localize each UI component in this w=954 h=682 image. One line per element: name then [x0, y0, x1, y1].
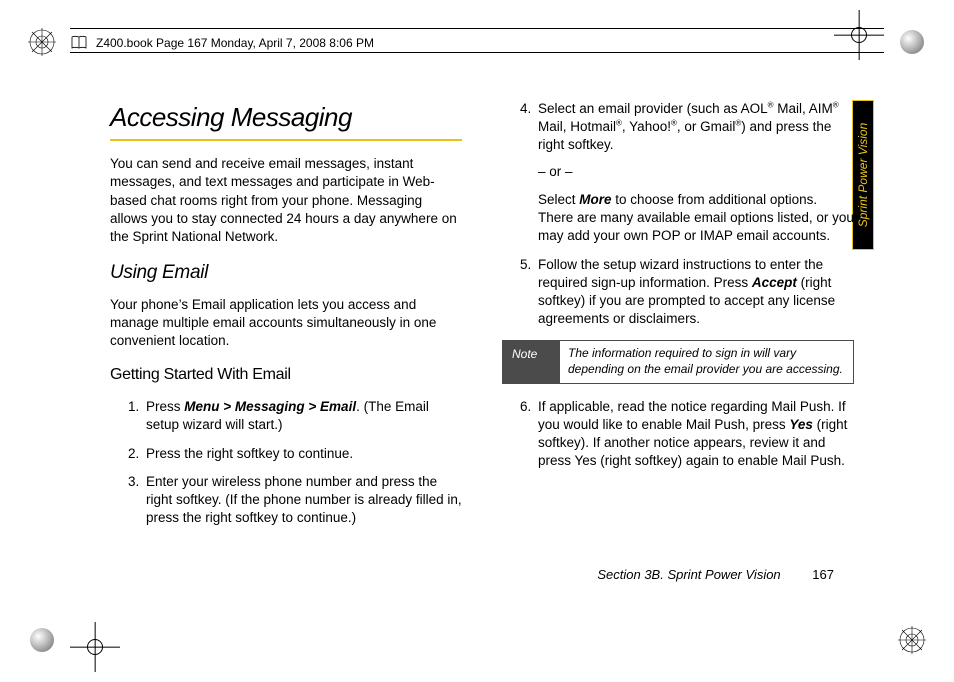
header-bar: Z400.book Page 167 Monday, April 7, 2008…: [70, 32, 884, 54]
step-5: 5. Follow the setup wizard instructions …: [520, 256, 854, 329]
step-6: 6. If applicable, read the notice regard…: [520, 398, 854, 471]
step-2: 2. Press the right softkey to continue.: [128, 445, 462, 463]
header-rule-bottom: [70, 52, 884, 53]
step-3: 3. Enter your wireless phone number and …: [128, 473, 462, 528]
left-column: Accessing Messaging You can send and rec…: [110, 100, 462, 582]
page-title: Accessing Messaging: [110, 100, 462, 135]
note-body: The information required to sign in will…: [560, 340, 854, 383]
side-tab: Sprint Power Vision: [852, 100, 874, 250]
steps-list-right: 4. Select an email provider (such as AOL…: [502, 100, 854, 328]
getting-started-heading: Getting Started With Email: [110, 364, 462, 386]
page-footer: Section 3B. Sprint Power Vision 167: [597, 567, 834, 582]
title-underline: [110, 139, 462, 141]
step-1: 1. Press Menu > Messaging > Email. (The …: [128, 398, 462, 434]
header-stamp: Z400.book Page 167 Monday, April 7, 2008…: [96, 36, 374, 50]
note-box: Note The information required to sign in…: [502, 340, 854, 383]
steps-list-left: 1. Press Menu > Messaging > Email. (The …: [110, 398, 462, 527]
right-column: 4. Select an email provider (such as AOL…: [502, 100, 854, 582]
crop-mark-bottom: [70, 622, 120, 672]
book-icon: [70, 34, 88, 52]
footer-section: Section 3B. Sprint Power Vision: [597, 567, 780, 582]
print-ornament-bottom-right: [898, 626, 926, 654]
steps-list-right-2: 6. If applicable, read the notice regard…: [502, 398, 854, 471]
intro-paragraph: You can send and receive email messages,…: [110, 155, 462, 246]
print-ornament-top-left: [28, 28, 56, 56]
using-email-heading: Using Email: [110, 260, 462, 286]
step-4: 4. Select an email provider (such as AOL…: [520, 100, 854, 246]
footer-page-number: 167: [812, 567, 834, 582]
step-4-or: – or –: [538, 163, 854, 181]
step-4-more: Select More to choose from additional op…: [538, 191, 854, 246]
content-area: Accessing Messaging You can send and rec…: [110, 100, 854, 582]
note-label: Note: [502, 340, 560, 383]
side-tab-label: Sprint Power Vision: [856, 123, 870, 228]
print-ornament-bottom-left: [30, 628, 54, 652]
print-ornament-top-right: [900, 30, 924, 54]
header-rule-top: [70, 28, 884, 29]
using-email-paragraph: Your phone’s Email application lets you …: [110, 296, 462, 351]
